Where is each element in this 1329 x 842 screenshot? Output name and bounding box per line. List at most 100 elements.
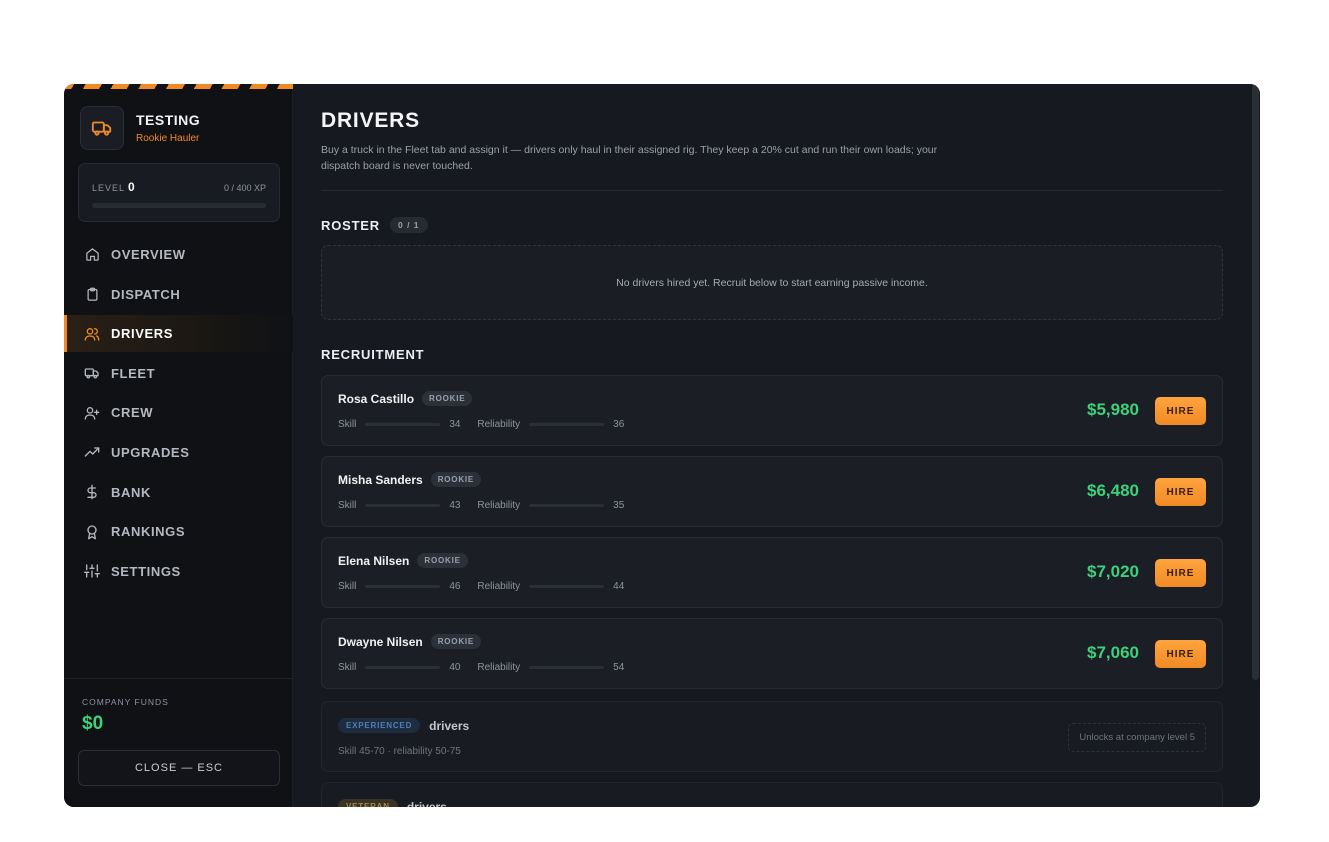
sidebar-item-label: SETTINGS bbox=[111, 563, 181, 579]
hire-button[interactable]: HIRE bbox=[1155, 640, 1206, 668]
hire-button[interactable]: HIRE bbox=[1155, 559, 1206, 587]
xp-progress-bar bbox=[92, 203, 266, 208]
sidebar-item-fleet[interactable]: FLEET bbox=[64, 355, 293, 392]
reliability-value: 54 bbox=[613, 662, 625, 673]
skill-value: 43 bbox=[449, 500, 461, 511]
hire-button[interactable]: HIRE bbox=[1155, 397, 1206, 425]
main-content: DRIVERS Buy a truck in the Fleet tab and… bbox=[293, 84, 1260, 807]
skill-label: Skill bbox=[338, 419, 357, 430]
tier-drivers-label: drivers bbox=[406, 799, 447, 808]
driver-name: Elena Nilsen bbox=[338, 553, 410, 568]
level-value: 0 bbox=[128, 180, 136, 194]
tier-drivers-label: drivers bbox=[429, 718, 470, 733]
truck-icon bbox=[84, 365, 100, 381]
truck-icon bbox=[80, 106, 124, 150]
sidebar-item-settings[interactable]: SETTINGS bbox=[64, 553, 293, 590]
skill-value: 40 bbox=[449, 662, 461, 673]
skill-label: Skill bbox=[338, 500, 357, 511]
user-plus-icon bbox=[84, 405, 100, 421]
sidebar-item-label: CREW bbox=[111, 405, 154, 421]
funds-label: COMPANY FUNDS bbox=[82, 697, 169, 707]
driver-card: Elena Nilsen ROOKIE Skill 46 Reliability… bbox=[321, 537, 1223, 608]
close-button[interactable]: CLOSE — ESC bbox=[78, 750, 280, 786]
driver-price: $5,980 bbox=[1087, 400, 1139, 419]
scrollbar-thumb[interactable] bbox=[1252, 84, 1259, 680]
driver-card: Misha Sanders ROOKIE Skill 43 Reliabilit… bbox=[321, 456, 1223, 527]
xp-progress-text: 0 / 400 XP bbox=[223, 183, 266, 193]
sidebar-item-label: FLEET bbox=[111, 365, 156, 381]
reliability-value: 36 bbox=[613, 419, 625, 430]
company-funds: COMPANY FUNDS $0 CLOSE — ESC bbox=[64, 678, 293, 786]
sidebar-item-label: BANK bbox=[111, 484, 151, 500]
scrollbar[interactable] bbox=[1251, 84, 1260, 807]
skill-label: Skill bbox=[338, 662, 357, 673]
sidebar-item-overview[interactable]: OVERVIEW bbox=[64, 236, 293, 273]
reliability-bar bbox=[529, 585, 605, 588]
company-name: TESTING bbox=[136, 112, 201, 128]
tier-badge-veteran: VETERAN bbox=[338, 799, 398, 807]
company-brand: TESTING Rookie Hauler bbox=[80, 106, 200, 150]
sliders-icon bbox=[84, 563, 100, 579]
tier-badge: ROOKIE bbox=[422, 391, 473, 406]
sidebar-item-bank[interactable]: BANK bbox=[64, 474, 293, 511]
company-rank: Rookie Hauler bbox=[136, 133, 200, 144]
tier-stat-range: Skill 45-70 · reliability 50-75 bbox=[338, 746, 461, 757]
driver-price: $6,480 bbox=[1087, 481, 1139, 500]
driver-card: Dwayne Nilsen ROOKIE Skill 40 Reliabilit… bbox=[321, 618, 1223, 689]
dollar-icon bbox=[84, 484, 100, 500]
tier-badge-experienced: EXPERIENCED bbox=[338, 718, 421, 733]
skill-value: 34 bbox=[449, 419, 461, 430]
funds-value: $0 bbox=[82, 713, 104, 734]
roster-header: ROSTER 0 / 1 bbox=[321, 217, 428, 233]
sidebar-item-crew[interactable]: CREW bbox=[64, 394, 293, 431]
driver-name: Misha Sanders bbox=[338, 472, 423, 487]
reliability-label: Reliability bbox=[477, 581, 521, 592]
unlock-requirement: Unlocks at company level 5 bbox=[1068, 723, 1206, 752]
reliability-label: Reliability bbox=[477, 419, 521, 430]
roster-title: ROSTER bbox=[321, 217, 380, 233]
sidebar-item-label: DISPATCH bbox=[111, 286, 181, 302]
skill-value: 46 bbox=[449, 581, 461, 592]
tier-badge: ROOKIE bbox=[430, 472, 482, 487]
sidebar-item-upgrades[interactable]: UPGRADES bbox=[64, 434, 293, 471]
skill-bar bbox=[365, 585, 441, 588]
skill-bar bbox=[365, 666, 441, 669]
level-label: LEVEL 0 bbox=[92, 180, 136, 194]
reliability-label: Reliability bbox=[477, 500, 521, 511]
hazard-stripe bbox=[64, 84, 293, 89]
skill-bar bbox=[365, 504, 441, 507]
recruitment-title: RECRUITMENT bbox=[321, 347, 425, 362]
reliability-bar bbox=[529, 423, 605, 426]
sidebar-item-dispatch[interactable]: DISPATCH bbox=[64, 276, 293, 313]
roster-count-badge: 0 / 1 bbox=[389, 217, 428, 233]
sidebar-item-label: UPGRADES bbox=[111, 444, 190, 460]
game-window: TESTING Rookie Hauler LEVEL 0 0 / 400 XP … bbox=[64, 84, 1260, 807]
page-description: Buy a truck in the Fleet tab and assign … bbox=[321, 144, 938, 172]
award-icon bbox=[84, 524, 100, 540]
users-icon bbox=[84, 326, 100, 342]
sidebar-item-rankings[interactable]: RANKINGS bbox=[64, 513, 293, 550]
sidebar-item-label: RANKINGS bbox=[111, 524, 186, 540]
home-icon bbox=[84, 247, 100, 263]
sidebar: TESTING Rookie Hauler LEVEL 0 0 / 400 XP … bbox=[64, 84, 293, 807]
driver-price: $7,060 bbox=[1087, 643, 1139, 662]
clipboard-icon bbox=[84, 286, 100, 302]
driver-card: Rosa Castillo ROOKIE Skill 34 Reliabilit… bbox=[321, 375, 1223, 446]
driver-name: Dwayne Nilsen bbox=[338, 634, 423, 649]
driver-name: Rosa Castillo bbox=[338, 391, 415, 406]
tier-badge: ROOKIE bbox=[430, 634, 482, 649]
skill-bar bbox=[365, 423, 441, 426]
sidebar-item-drivers[interactable]: DRIVERS bbox=[64, 315, 293, 353]
level-card: LEVEL 0 0 / 400 XP bbox=[78, 163, 280, 222]
reliability-value: 44 bbox=[613, 581, 625, 592]
hire-button[interactable]: HIRE bbox=[1155, 478, 1206, 506]
page-title: DRIVERS bbox=[321, 109, 420, 132]
tier-badge: ROOKIE bbox=[417, 553, 468, 568]
sidebar-nav: OVERVIEW DISPATCH DRIVERS FLEET CREW UPG… bbox=[64, 236, 293, 592]
reliability-bar bbox=[529, 666, 605, 669]
reliability-label: Reliability bbox=[477, 662, 521, 673]
sidebar-item-label: OVERVIEW bbox=[111, 247, 186, 262]
trending-up-icon bbox=[84, 444, 100, 460]
driver-price: $7,020 bbox=[1087, 562, 1139, 581]
reliability-value: 35 bbox=[613, 500, 625, 511]
